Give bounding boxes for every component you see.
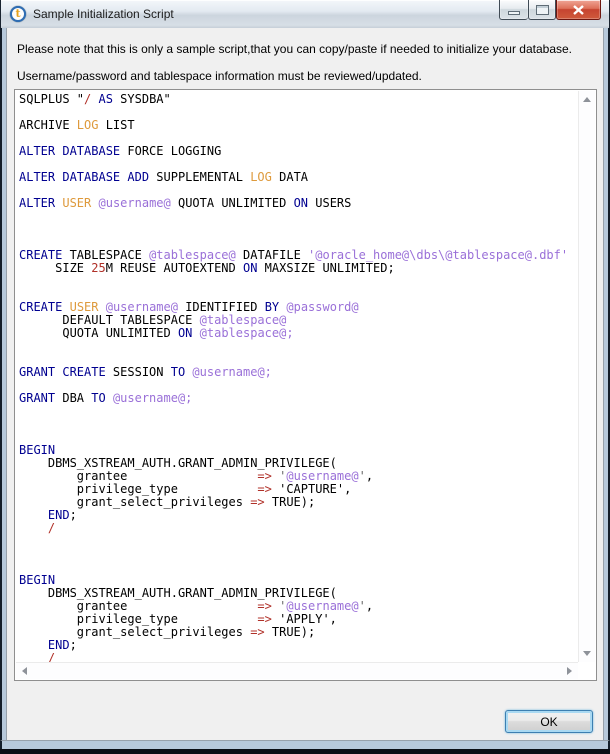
window-border-bottom: [0, 740, 610, 749]
script-line: GRANT DBA TO @username@;: [19, 391, 193, 405]
script-line: QUOTA UNLIMITED ON @tablespace@;: [19, 326, 294, 340]
script-line: ARCHIVE LOG LIST: [19, 118, 135, 132]
script-line: [19, 275, 578, 288]
script-line: END;: [47, 638, 77, 652]
minimize-button[interactable]: [499, 0, 528, 20]
script-textarea[interactable]: SQLPLUS "/ AS SYSDBA" ARCHIVE LOG LIST A…: [14, 89, 597, 681]
vertical-scrollbar[interactable]: [578, 91, 595, 662]
close-icon: [573, 4, 584, 15]
window-border-right: [603, 28, 610, 741]
window-title: Sample Initialization Script: [33, 7, 174, 21]
scroll-right-icon[interactable]: [567, 667, 572, 675]
script-line: [19, 431, 578, 444]
script-line: [19, 548, 578, 561]
script-line: [19, 223, 578, 236]
script-line: GRANT CREATE SESSION TO @username@;: [19, 365, 272, 379]
script-line: /: [47, 521, 56, 535]
window-border-left: [0, 28, 7, 741]
scroll-down-icon[interactable]: [583, 651, 591, 656]
scroll-left-icon[interactable]: [22, 667, 27, 675]
script-line: grant_select_privileges => TRUE);: [19, 495, 316, 509]
script-line: ALTER DATABASE FORCE LOGGING: [19, 144, 222, 158]
script-line: ALTER DATABASE ADD SUPPLEMENTAL LOG DATA: [19, 170, 309, 184]
intro-line-1: Please note that this is only a sample s…: [17, 42, 572, 56]
close-button[interactable]: [556, 0, 601, 20]
script-line: SIZE 25M REUSE AUTOEXTEND ON MAXSIZE UNL…: [19, 261, 395, 275]
dialog-window: t Sample Initialization Script Please no…: [0, 0, 610, 754]
script-line: [19, 210, 578, 223]
horizontal-scrollbar[interactable]: [16, 662, 578, 679]
script-line: grant_select_privileges => TRUE);: [19, 625, 316, 639]
scroll-up-icon[interactable]: [583, 97, 591, 102]
app-icon: t: [10, 6, 26, 22]
maximize-icon: [535, 4, 549, 15]
ok-button[interactable]: OK: [505, 710, 593, 733]
script-line: SQLPLUS "/ AS SYSDBA": [19, 92, 171, 106]
script-line: /: [47, 651, 56, 663]
dialog-body: Please note that this is only a sample s…: [7, 28, 603, 740]
script-line: [19, 535, 578, 548]
scrollbar-corner: [578, 662, 595, 679]
window-shadow: [0, 749, 610, 754]
script-content[interactable]: SQLPLUS "/ AS SYSDBA" ARCHIVE LOG LIST A…: [16, 91, 578, 663]
maximize-button[interactable]: [528, 0, 556, 20]
titlebar[interactable]: t Sample Initialization Script: [0, 0, 610, 28]
script-line: ALTER USER @username@ QUOTA UNLIMITED ON…: [19, 196, 352, 210]
script-line: END;: [47, 508, 77, 522]
script-line: [19, 340, 578, 353]
script-line: [19, 561, 578, 574]
script-line: [19, 405, 578, 418]
minimize-icon: [508, 10, 520, 15]
intro-line-2: Username/password and tablespace informa…: [17, 69, 422, 83]
script-line: [19, 418, 578, 431]
caption-buttons: [499, 0, 601, 20]
